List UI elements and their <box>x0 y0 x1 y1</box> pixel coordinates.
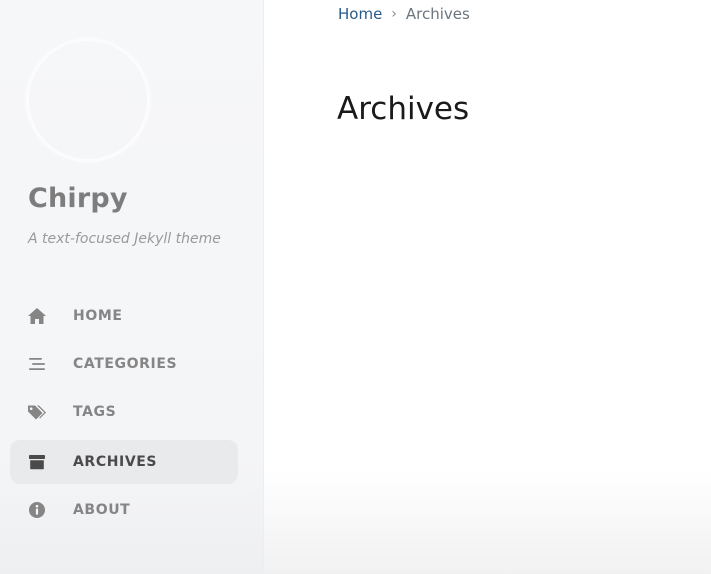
tags-icon <box>27 402 47 422</box>
page: Chirpy A text-focused Jekyll theme HOME <box>0 0 711 574</box>
breadcrumb-separator: › <box>391 6 397 22</box>
breadcrumb-home-link[interactable]: Home <box>338 5 382 23</box>
page-title: Archives <box>337 91 470 127</box>
sidebar-item-label: ABOUT <box>73 502 131 518</box>
archive-icon <box>27 452 47 472</box>
site-title[interactable]: Chirpy <box>28 183 128 214</box>
home-icon <box>27 306 47 326</box>
sidebar-item-label: ARCHIVES <box>73 454 158 470</box>
sidebar-item-archives[interactable]: ARCHIVES <box>10 440 238 484</box>
site-subtitle: A text-focused Jekyll theme <box>28 231 221 247</box>
sidebar-item-label: HOME <box>73 308 123 324</box>
sidebar-item-label: TAGS <box>73 404 117 420</box>
sidebar-item-categories[interactable]: CATEGORIES <box>10 342 238 386</box>
breadcrumb: Home › Archives <box>338 5 470 23</box>
sidebar-item-home[interactable]: HOME <box>10 294 238 338</box>
breadcrumb-current: Archives <box>405 5 470 23</box>
avatar[interactable] <box>26 38 150 162</box>
info-circle-icon <box>27 500 47 520</box>
sidebar-item-tags[interactable]: TAGS <box>10 390 238 434</box>
stream-icon <box>27 354 47 374</box>
bottom-fade <box>264 470 711 574</box>
sidebar: Chirpy A text-focused Jekyll theme HOME <box>0 0 264 574</box>
sidebar-item-about[interactable]: ABOUT <box>10 488 238 532</box>
sidebar-item-label: CATEGORIES <box>73 356 178 372</box>
